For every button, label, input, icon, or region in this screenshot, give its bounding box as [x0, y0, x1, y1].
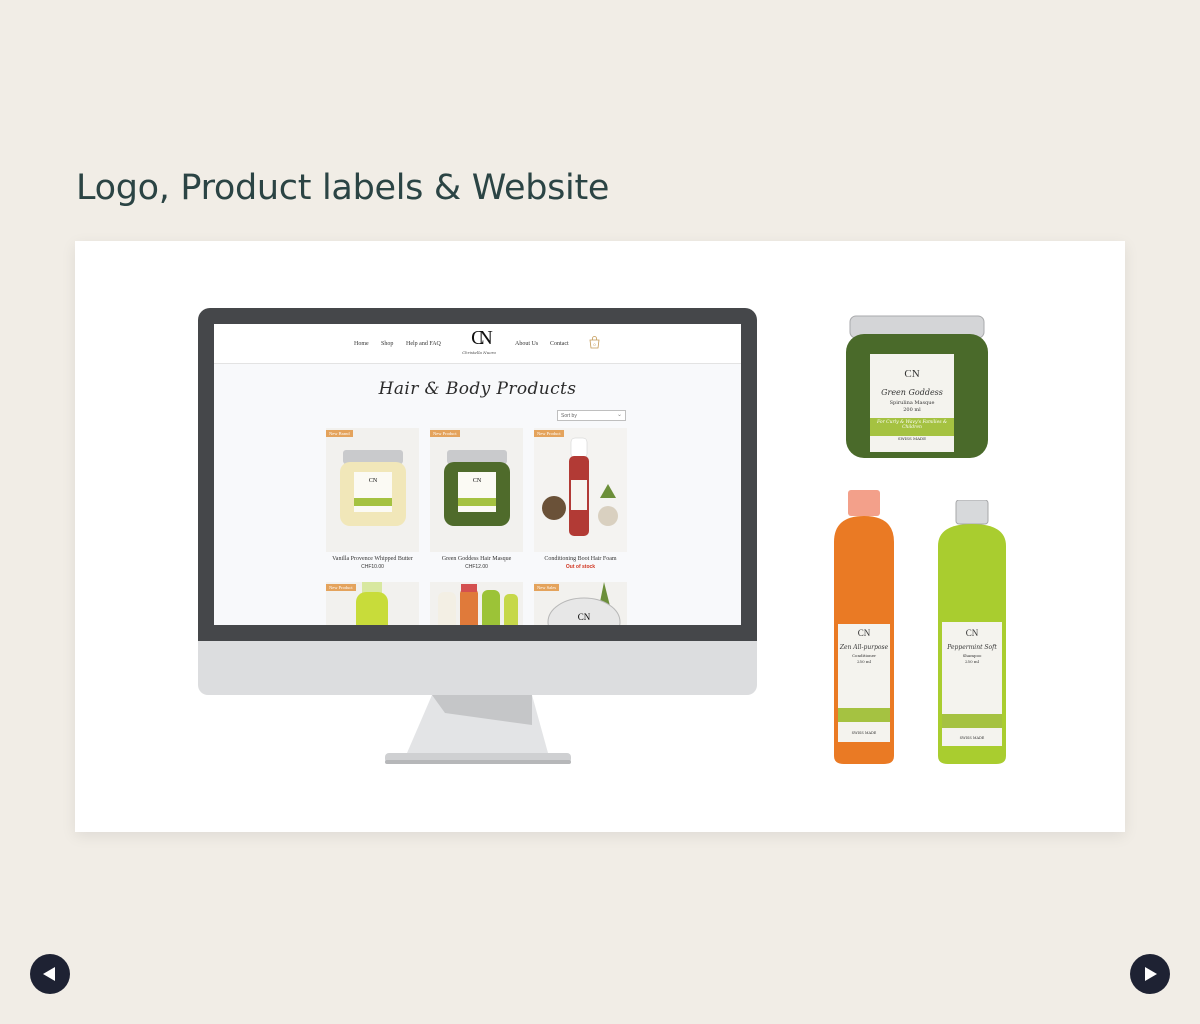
previous-button[interactable]: [30, 954, 70, 994]
logo-subtitle: Christella Nuoro: [462, 350, 496, 355]
product-badge: New Product: [326, 584, 356, 591]
monitor-chin: [198, 641, 757, 695]
product-badge: New Sales: [534, 584, 560, 591]
svg-text:CN: CN: [578, 612, 591, 622]
nav-about-us[interactable]: About Us: [515, 341, 538, 347]
jar-label-footer: SWISS MADE: [897, 436, 927, 441]
product-price: CHF12.00: [465, 564, 488, 570]
stock-status: Out of stock: [565, 564, 596, 570]
play-right-icon: [1145, 967, 1157, 981]
product-image[interactable]: CN New Sales: [534, 582, 627, 625]
green-label-sub: Shampoo: [962, 653, 982, 658]
jar-label-mark: CN: [904, 368, 920, 380]
product-price: CHF10.00: [361, 564, 384, 570]
monitor-mockup: Home Shop Help and FAQ CN Christella Nuo…: [198, 308, 757, 695]
jar-label-tagline: For Curly & Wavy's Families & Children: [877, 420, 947, 430]
play-left-icon: [43, 967, 55, 981]
logo-mark: CN: [471, 327, 493, 349]
green-label-footer: SWISS MADE: [959, 736, 985, 740]
sort-select[interactable]: Sort by ⌄: [557, 410, 626, 421]
nav-help-faq[interactable]: Help and FAQ: [406, 341, 441, 347]
green-label-mark: CN: [965, 628, 979, 638]
monitor-stand: [385, 695, 571, 764]
section-title: Logo, Product labels & Website: [76, 168, 610, 208]
product-name[interactable]: Vanilla Provence Whipped Butter: [326, 556, 419, 562]
jar-illustration: CN: [430, 428, 523, 552]
product-image[interactable]: CN New Brand: [326, 428, 419, 552]
jar-label-name: Green Goddess: [881, 388, 943, 397]
product-image[interactable]: CN New Product: [430, 428, 523, 552]
product-badge: New Brand: [326, 430, 353, 437]
green-label-size: 250 ml: [965, 659, 979, 664]
svg-text:CN: CN: [473, 478, 482, 484]
next-button[interactable]: [1130, 954, 1170, 994]
green-label-name: Peppermint Soft: [947, 644, 997, 651]
nav-shop[interactable]: Shop: [381, 341, 393, 347]
sort-label: Sort by: [561, 413, 577, 419]
site-logo[interactable]: CN Christella Nuoro: [457, 328, 501, 362]
orange-label-sub: Conditioner: [851, 653, 877, 658]
product-image[interactable]: [430, 582, 523, 625]
svg-text:0: 0: [593, 342, 596, 347]
nav-contact[interactable]: Contact: [550, 341, 569, 347]
site-navbar: Home Shop Help and FAQ CN Christella Nuo…: [214, 324, 741, 364]
page-heading: Hair & Body Products: [378, 379, 577, 399]
chevron-down-icon: ⌄: [616, 412, 622, 418]
bottles-illustration: [430, 582, 523, 625]
orange-label-mark: CN: [857, 628, 871, 638]
website-screenshot: Home Shop Help and FAQ CN Christella Nuo…: [214, 324, 741, 625]
nav-home[interactable]: Home: [354, 341, 369, 347]
jar-label-sub: Spirulina Masque: [889, 400, 935, 406]
foam-bottle-illustration: [534, 428, 627, 552]
jar-label-size: 200 ml: [903, 407, 921, 413]
orange-label-footer: SWISS MADE: [851, 731, 877, 735]
product-photos: CN Green Goddess Spirulina Masque 200 ml…: [820, 310, 1020, 770]
cart-icon[interactable]: 0: [589, 336, 600, 349]
orange-label-size: 250 ml: [857, 659, 871, 664]
orange-label-name: Zen All-purpose: [839, 644, 889, 651]
svg-text:CN: CN: [369, 478, 378, 484]
product-badge: New Product: [534, 430, 564, 437]
product-badge: New Product: [430, 430, 460, 437]
jar-illustration: CN: [326, 428, 419, 552]
product-name[interactable]: Green Goddess Hair Masque: [430, 556, 523, 562]
product-image[interactable]: New Product: [534, 428, 627, 552]
product-image[interactable]: New Product: [326, 582, 419, 625]
product-name[interactable]: Conditioning Boot Hair Foam: [534, 556, 627, 562]
